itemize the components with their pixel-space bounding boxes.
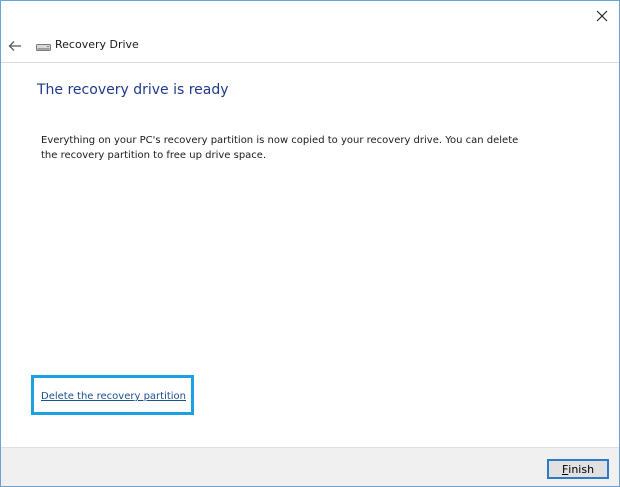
navigation-bar: Recovery Drive	[1, 31, 619, 63]
main-content: The recovery drive is ready Everything o…	[1, 63, 619, 447]
delete-recovery-partition-link[interactable]: Delete the recovery partition	[41, 391, 186, 402]
page-heading: The recovery drive is ready	[37, 82, 229, 98]
back-arrow-icon	[8, 41, 21, 51]
close-button[interactable]	[585, 1, 619, 31]
close-icon	[596, 10, 608, 22]
description-line-2: the recovery partition to free up drive …	[41, 150, 267, 161]
description-line-1: Everything on your PC's recovery partiti…	[41, 135, 519, 146]
recovery-drive-window: Recovery Drive The recovery drive is rea…	[0, 0, 620, 487]
finish-label-rest: inish	[568, 462, 595, 476]
drive-icon	[36, 44, 51, 51]
footer-bar: Finish	[1, 447, 619, 486]
nav-title: Recovery Drive	[55, 38, 139, 51]
description-text: Everything on your PC's recovery partiti…	[41, 133, 561, 163]
back-button[interactable]	[6, 37, 24, 55]
title-bar	[1, 1, 619, 31]
finish-button[interactable]: Finish	[547, 459, 609, 479]
